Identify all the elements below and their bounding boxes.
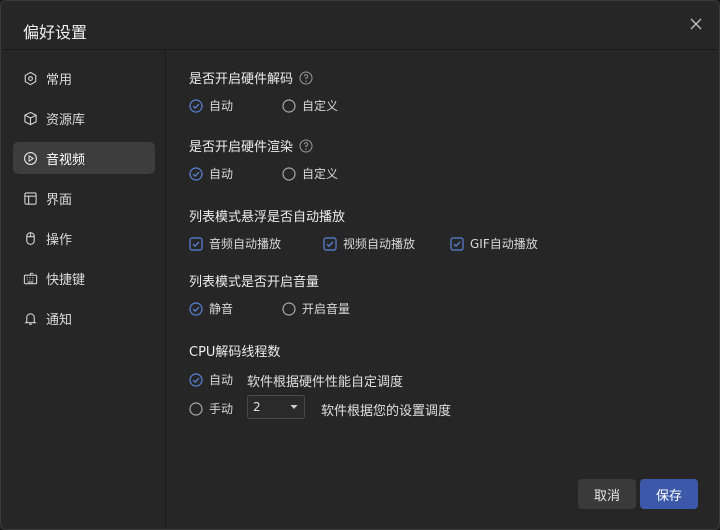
- radio-checked-icon: [189, 301, 203, 316]
- help-icon[interactable]: [299, 139, 313, 153]
- keyboard-icon: [22, 270, 38, 286]
- layout-icon: [22, 190, 38, 206]
- hw-decode-title: 是否开启硬件解码: [189, 68, 313, 87]
- checkbox-checked-icon: [450, 236, 464, 251]
- autoplay-title: 列表模式悬浮是否自动播放: [189, 210, 346, 225]
- chevron-down-icon: [290, 404, 298, 410]
- sidebar-item-audio-video[interactable]: 音视频: [13, 142, 155, 174]
- radio-checked-icon: [189, 372, 203, 387]
- sidebar-item-library[interactable]: 资源库: [13, 102, 155, 134]
- play-circle-icon: [22, 150, 38, 166]
- sidebar-item-label: 操作: [46, 232, 73, 248]
- sidebar-item-shortcuts[interactable]: 快捷键: [13, 262, 155, 294]
- cpu-manual-radio[interactable]: 手动: [189, 400, 233, 417]
- hexagon-icon: [22, 70, 38, 86]
- radio-checked-icon: [189, 166, 203, 181]
- radio-unchecked-icon: [282, 301, 296, 316]
- mouse-icon: [22, 230, 38, 246]
- volume-on-radio[interactable]: 开启音量: [282, 300, 350, 317]
- cpu-auto-radio[interactable]: 自动: [189, 371, 233, 388]
- checkbox-checked-icon: [189, 236, 203, 251]
- close-icon: [690, 18, 702, 30]
- sidebar: 常用 资源库 音视频 界面 操作 快捷键 通知: [1, 50, 166, 529]
- gif-autoplay-checkbox[interactable]: GIF自动播放: [450, 235, 538, 252]
- cube-icon: [22, 110, 38, 126]
- save-button[interactable]: 保存: [640, 479, 698, 509]
- cancel-button[interactable]: 取消: [578, 479, 636, 509]
- cpu-auto-description: 软件根据硬件性能自定调度: [247, 375, 404, 390]
- sidebar-item-operation[interactable]: 操作: [13, 222, 155, 254]
- hw-render-title: 是否开启硬件渲染: [189, 136, 313, 155]
- checkbox-checked-icon: [323, 236, 337, 251]
- close-button[interactable]: [687, 15, 705, 33]
- sidebar-item-label: 音视频: [46, 152, 86, 168]
- sidebar-item-notifications[interactable]: 通知: [13, 302, 155, 334]
- sidebar-item-label: 常用: [46, 72, 73, 88]
- dialog-title: 偏好设置: [23, 23, 88, 42]
- preferences-dialog: 偏好设置 常用 资源库 音视频 界面 操作 快捷键 通知 是否开启硬件解码 自动…: [0, 0, 720, 530]
- cpu-threads-select[interactable]: 2: [247, 395, 305, 419]
- hw-decode-auto-radio[interactable]: 自动: [189, 97, 233, 114]
- sidebar-item-label: 资源库: [46, 112, 86, 128]
- cpu-manual-description: 软件根据您的设置调度: [321, 404, 452, 419]
- audio-autoplay-checkbox[interactable]: 音频自动播放: [189, 235, 281, 252]
- radio-checked-icon: [189, 98, 203, 113]
- radio-unchecked-icon: [282, 98, 296, 113]
- sidebar-item-general[interactable]: 常用: [13, 62, 155, 94]
- hw-render-auto-radio[interactable]: 自动: [189, 165, 233, 182]
- sidebar-item-label: 界面: [46, 192, 73, 208]
- hw-render-custom-radio[interactable]: 自定义: [282, 165, 338, 182]
- mute-radio[interactable]: 静音: [189, 300, 233, 317]
- cpu-threads-title: CPU解码线程数: [189, 345, 281, 360]
- sidebar-item-interface[interactable]: 界面: [13, 182, 155, 214]
- cpu-threads-value: 2: [253, 400, 261, 414]
- settings-content: 是否开启硬件解码 自动 自定义 是否开启硬件渲染 自动 自定义 列表模式悬浮是否…: [166, 50, 719, 529]
- video-autoplay-checkbox[interactable]: 视频自动播放: [323, 235, 415, 252]
- radio-unchecked-icon: [282, 166, 296, 181]
- sidebar-item-label: 通知: [46, 312, 73, 328]
- bell-icon: [22, 310, 38, 326]
- sidebar-item-label: 快捷键: [46, 272, 86, 288]
- radio-unchecked-icon: [189, 401, 203, 416]
- hw-decode-custom-radio[interactable]: 自定义: [282, 97, 338, 114]
- volume-title: 列表模式是否开启音量: [189, 275, 320, 290]
- help-icon[interactable]: [299, 71, 313, 85]
